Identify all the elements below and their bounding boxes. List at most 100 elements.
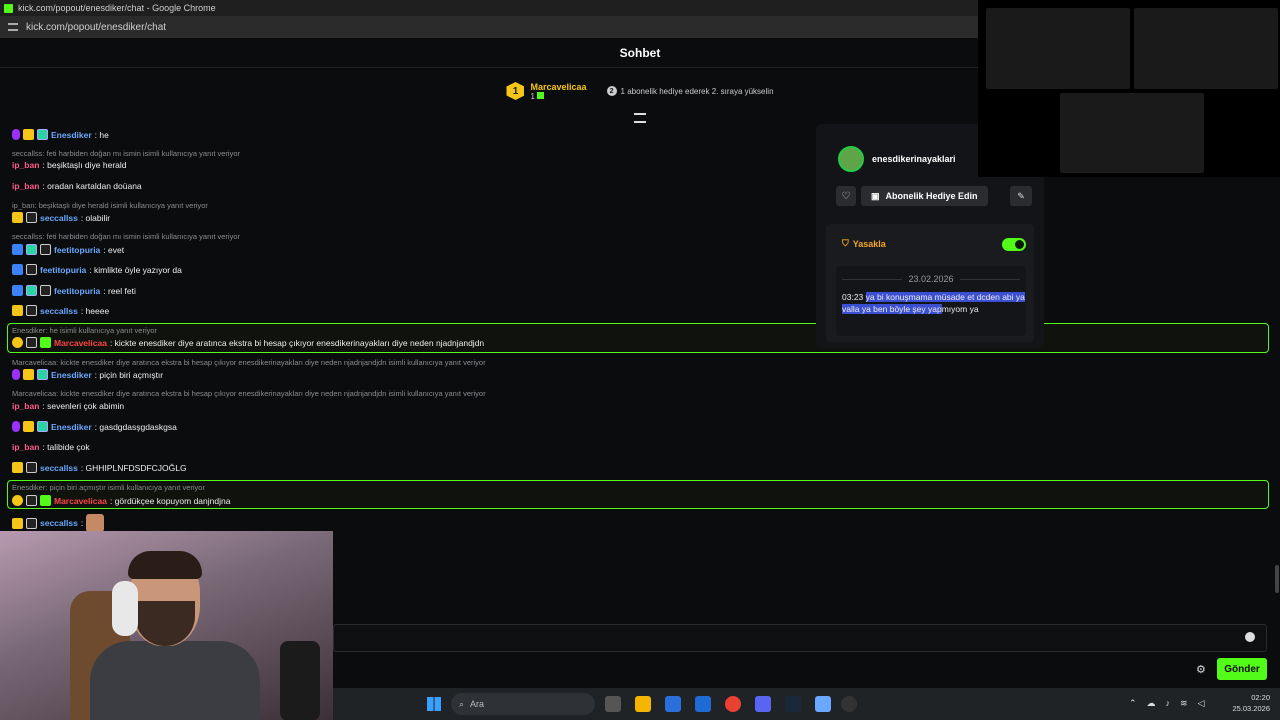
windows-start-icon[interactable] (427, 697, 441, 711)
chat-message[interactable]: ip_ban: sevenleri çok abimin (12, 401, 124, 411)
video-overlay (978, 0, 1280, 177)
top-gifter[interactable]: 1 Marcavelicaa 1 (506, 82, 587, 101)
gear-icon[interactable]: ⚙ (1196, 663, 1206, 676)
reply-context[interactable]: Enesdiker: piçin biri açmıştır isimli ku… (12, 483, 205, 492)
rank-2-icon: 2 (606, 86, 617, 96)
chrome-icon[interactable] (725, 696, 741, 712)
ban-toggle[interactable] (1002, 238, 1026, 251)
username[interactable]: seccallss (40, 213, 78, 223)
chat-message[interactable]: feetitopuria: evet (12, 244, 124, 255)
chat-message[interactable]: Marcavelicaa: gördükçee kopuyom danjndjn… (12, 495, 230, 506)
message-text: : sevenleri çok abimin (42, 401, 125, 411)
username[interactable]: feetitopuria (54, 286, 100, 296)
streamer-body (90, 641, 260, 720)
reply-context[interactable]: Marcavelicaa: kickte enesdiker diye arat… (12, 358, 486, 367)
subscriber-badge-icon (37, 369, 48, 380)
wifi-icon[interactable]: ≋ (1180, 698, 1188, 709)
divider (960, 279, 1020, 280)
reply-context[interactable]: seccallss: feti harbiden doğan mı ismin … (12, 149, 240, 158)
chat-message[interactable]: seccallss: GHHIPLNFDSDFCJOĞLG (12, 462, 187, 473)
window-title: kick.com/popout/enesdiker/chat - Google … (18, 3, 216, 13)
username[interactable]: ip_ban (12, 160, 39, 170)
username[interactable]: feetitopuria (40, 265, 86, 275)
chevron-up-icon[interactable]: ⌃ (1129, 698, 1137, 709)
subscriber-badge-icon (37, 129, 48, 140)
webcam-overlay (0, 531, 333, 720)
follow-button[interactable]: ♡ (836, 186, 856, 206)
gift-count: 1 (530, 91, 586, 101)
subscriber-badge-icon (26, 285, 37, 296)
url-text[interactable]: kick.com/popout/enesdiker/chat (26, 22, 166, 33)
crown-badge-icon (12, 305, 23, 316)
emoji-icon[interactable] (1245, 632, 1255, 642)
message-text: : olabilir (80, 212, 111, 223)
leaderboard-hint: 2 1 abonelik hediye ederek 2. sıraya yük… (606, 86, 774, 96)
obs-icon[interactable] (841, 696, 857, 712)
file-explorer-icon[interactable] (635, 696, 651, 712)
task-view-icon[interactable] (605, 696, 621, 712)
hint-text: 1 abonelik hediye ederek 2. sıraya yükse… (620, 86, 774, 96)
chat-message[interactable]: feetitopuria: kimlikte öyle yazıyor da (12, 264, 182, 275)
crown-badge-icon (23, 421, 34, 432)
send-button[interactable]: Gönder (1217, 658, 1267, 680)
notepad-icon[interactable] (815, 696, 831, 712)
video-tile (1134, 8, 1278, 89)
chat-message[interactable]: feetitopuria: reel feti (12, 285, 136, 296)
gift-sub-button[interactable]: ▣ Abonelik Hediye Edin (861, 186, 988, 206)
username[interactable]: Marcavelicaa (54, 338, 107, 348)
network-icon[interactable]: ☁ (1147, 698, 1156, 709)
username[interactable]: Enesdiker (51, 422, 92, 432)
username[interactable]: Enesdiker (51, 370, 92, 380)
mic-icon[interactable]: ♪ (1166, 698, 1171, 709)
username[interactable]: ip_ban (12, 401, 39, 411)
chat-message[interactable]: Enesdiker: piçin biri açmıştır (12, 369, 163, 380)
reply-context[interactable]: Enesdiker: he isimli kullanıcıya yanıt v… (12, 326, 157, 335)
chat-message[interactable]: ip_ban: talibide çok (12, 442, 90, 452)
reply-context[interactable]: Marcavelicaa: kickte enesdiker diye arat… (12, 389, 486, 398)
scrollbar[interactable] (1275, 565, 1279, 593)
username[interactable]: Marcavelicaa (54, 496, 107, 506)
chat-title: Sohbet (619, 45, 661, 60)
username[interactable]: feetitopuria (54, 245, 100, 255)
chat-message[interactable]: seccallss: (12, 514, 105, 532)
ed-badge-icon (40, 244, 51, 255)
heart-icon: ♡ (841, 190, 851, 202)
username[interactable]: ip_ban (12, 181, 39, 191)
message-text: : talibide çok (42, 442, 90, 452)
history-message[interactable]: 03:23 ya bi konuşmama müsade et dcden ab… (842, 292, 1028, 315)
chat-message[interactable]: Marcavelicaa: kickte enesdiker diye arat… (12, 337, 484, 348)
username[interactable]: seccallss (40, 463, 78, 473)
user-options-button[interactable]: ✎ (1010, 186, 1032, 206)
username[interactable]: seccallss (40, 306, 78, 316)
outlook-icon[interactable] (695, 696, 711, 712)
steam-icon[interactable] (785, 696, 801, 712)
reply-context[interactable]: seccallss: feti harbiden doğan mı ismin … (12, 232, 240, 241)
store-icon[interactable] (665, 696, 681, 712)
video-tile (1060, 93, 1204, 173)
clock[interactable]: 02:20 25.03.2026 (1232, 692, 1270, 714)
volume-icon[interactable]: ◁ (1198, 698, 1205, 709)
site-settings-icon[interactable] (8, 23, 18, 31)
user-card-username[interactable]: enesdikerinayaklari (872, 154, 956, 164)
username[interactable]: Enesdiker (51, 130, 92, 140)
username[interactable]: ip_ban (12, 442, 39, 452)
gift-sub-label: Abonelik Hediye Edin (885, 191, 978, 201)
gift-icon (537, 91, 545, 99)
ed-badge-icon (26, 517, 37, 529)
username[interactable]: seccallss (40, 518, 78, 528)
taskbar-search[interactable]: ⌕ Ara (451, 693, 595, 715)
chat-message[interactable]: Enesdiker: gasdgdasşgdaskgsa (12, 421, 177, 432)
crown-badge-icon (12, 212, 23, 223)
message-text: : piçin biri açmıştır (94, 369, 164, 380)
chat-message[interactable]: ip_ban: oradan kartaldan doüana (12, 181, 142, 191)
crown-badge-icon (23, 129, 34, 140)
discord-icon[interactable] (755, 696, 771, 712)
gift-icon: ▣ (871, 190, 880, 201)
chat-message[interactable]: seccallss: olabilir (12, 212, 110, 223)
chat-message[interactable]: Enesdiker: he (12, 129, 109, 140)
user-avatar[interactable] (838, 146, 864, 172)
reply-context[interactable]: ip_ban: beşiktaşlı diye herald isimli ku… (12, 201, 208, 210)
chat-message[interactable]: seccallss: heeee (12, 305, 109, 316)
chat-input[interactable] (333, 624, 1267, 652)
chat-message[interactable]: ip_ban: beşiktaşlı diye herald (12, 160, 127, 170)
